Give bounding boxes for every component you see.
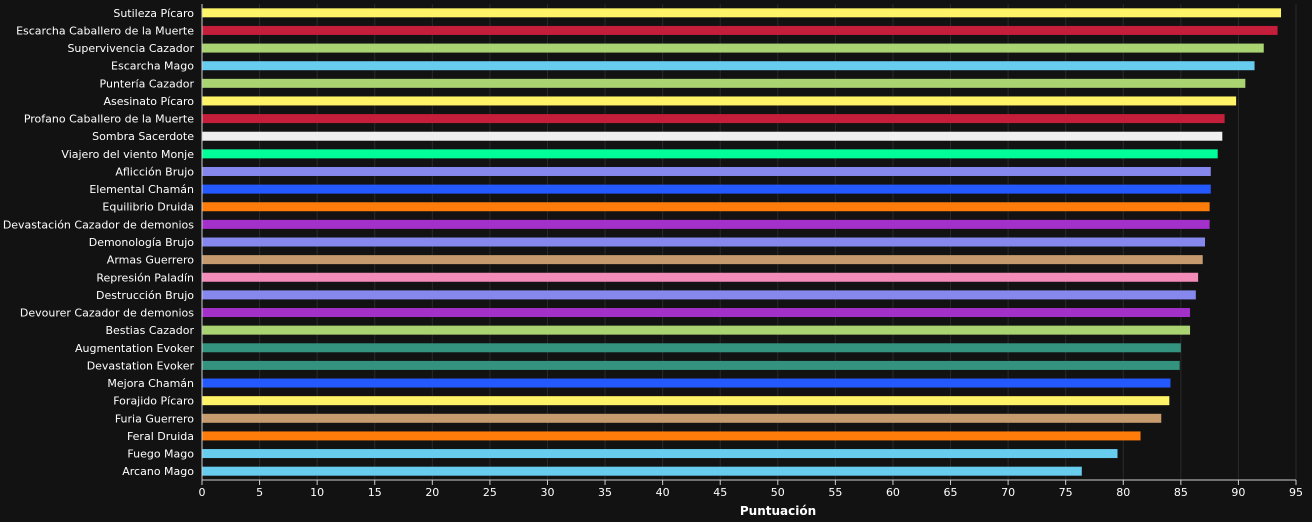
category-label: Arcano Mago <box>122 465 194 478</box>
category-label: Fuego Mago <box>127 448 194 461</box>
x-tick-label: 80 <box>1116 486 1130 499</box>
category-label: Equilibrio Druida <box>102 201 194 214</box>
category-label: Devastation Evoker <box>87 359 195 372</box>
x-tick-label: 0 <box>199 486 206 499</box>
x-tick-label: 75 <box>1059 486 1073 499</box>
category-label: Furia Guerrero <box>115 412 194 425</box>
category-labels: Sutileza Pícaro Escarcha Caballero de la … <box>3 7 195 478</box>
category-label: Puntería Cazador <box>100 77 195 90</box>
x-tick-label: 25 <box>483 486 497 499</box>
bar[interactable] <box>202 149 1218 159</box>
bar[interactable] <box>202 114 1225 124</box>
bar[interactable] <box>202 78 1246 88</box>
bar[interactable] <box>202 449 1118 459</box>
category-label: Devastación Cazador de demonios <box>3 218 194 231</box>
x-tick-label: 20 <box>425 486 439 499</box>
category-label: Represión Paladín <box>96 271 194 284</box>
category-label: Profano Caballero de la Muerte <box>24 113 194 126</box>
bar[interactable] <box>202 413 1162 423</box>
bar[interactable] <box>202 43 1264 53</box>
bar[interactable] <box>202 25 1278 35</box>
category-label: Demonología Brujo <box>89 236 195 249</box>
bar[interactable] <box>202 290 1196 300</box>
x-tick-label: 40 <box>656 486 670 499</box>
x-tick-label: 60 <box>886 486 900 499</box>
category-label: Mejora Chamán <box>107 377 194 390</box>
category-label: Sutileza Pícaro <box>113 7 194 20</box>
category-label: Feral Druida <box>127 430 194 443</box>
category-label: Viajero del viento Monje <box>61 148 194 161</box>
bar[interactable] <box>202 343 1181 353</box>
x-tick-label: 35 <box>598 486 612 499</box>
x-tick-label: 95 <box>1289 486 1303 499</box>
x-axis-title: Puntuación <box>740 504 816 518</box>
bar[interactable] <box>202 219 1210 229</box>
bar[interactable] <box>202 325 1191 335</box>
bar-chart: 0 5 10 15 20 25 30 35 40 45 50 55 60 65 70 75 80 85 90 95 S… <box>3 4 1303 518</box>
bar[interactable] <box>202 431 1141 441</box>
x-tick-label: 15 <box>368 486 382 499</box>
category-label: Devourer Cazador de demonios <box>20 307 194 320</box>
bar[interactable] <box>202 466 1082 476</box>
x-tick-label: 50 <box>771 486 785 499</box>
category-label: Elemental Chamán <box>89 183 194 196</box>
bar[interactable] <box>202 8 1282 18</box>
x-tick-label: 45 <box>713 486 727 499</box>
category-label: Aflicción Brujo <box>115 165 194 178</box>
bars <box>202 8 1282 476</box>
bar[interactable] <box>202 360 1180 370</box>
category-label: Bestias Cazador <box>105 324 194 337</box>
category-label: Forajido Pícaro <box>113 395 194 408</box>
x-tick-label: 65 <box>944 486 958 499</box>
x-tick-label: 10 <box>310 486 324 499</box>
bar[interactable] <box>202 308 1191 318</box>
bar[interactable] <box>202 378 1171 388</box>
x-axis: 0 5 10 15 20 25 30 35 40 45 50 55 60 65 70 75 80 85 90 95 <box>199 4 1303 499</box>
x-tick-label: 55 <box>828 486 842 499</box>
bar[interactable] <box>202 255 1203 265</box>
category-label: Supervivencia Cazador <box>67 42 194 55</box>
bar[interactable] <box>202 237 1206 247</box>
category-label: Destrucción Brujo <box>96 289 194 302</box>
bar[interactable] <box>202 131 1223 141</box>
bar[interactable] <box>202 184 1211 194</box>
x-tick-label: 85 <box>1174 486 1188 499</box>
category-label: Escarcha Caballero de la Muerte <box>16 24 194 37</box>
chart-container: 0 5 10 15 20 25 30 35 40 45 50 55 60 65 70 75 80 85 90 95 S… <box>0 0 1312 522</box>
x-tick-label: 30 <box>540 486 554 499</box>
x-tick-label: 70 <box>1001 486 1015 499</box>
x-tick-label: 90 <box>1231 486 1245 499</box>
bar[interactable] <box>202 61 1255 71</box>
category-label: Sombra Sacerdote <box>92 130 194 143</box>
category-label: Asesinato Pícaro <box>103 95 194 108</box>
category-label: Escarcha Mago <box>111 60 194 73</box>
bar[interactable] <box>202 96 1237 106</box>
bar[interactable] <box>202 166 1211 176</box>
x-tick-label: 5 <box>256 486 263 499</box>
bar[interactable] <box>202 272 1199 282</box>
bar[interactable] <box>202 202 1210 212</box>
bar[interactable] <box>202 396 1170 406</box>
category-label: Armas Guerrero <box>107 254 194 267</box>
category-label: Augmentation Evoker <box>75 342 194 355</box>
